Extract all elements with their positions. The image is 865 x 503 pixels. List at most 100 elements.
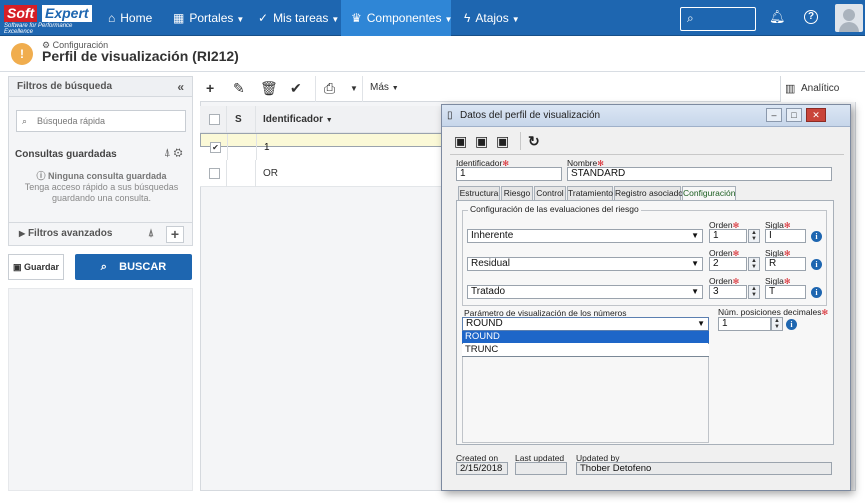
no-saved-queries: ⓘ Ninguna consulta guardada [36, 171, 167, 181]
print-icon[interactable]: ⎙ [324, 80, 335, 97]
chevron-right-icon: ▶ [19, 229, 26, 238]
user-avatar[interactable] [835, 4, 863, 32]
tab-control[interactable]: Control [534, 186, 566, 200]
order-stepper[interactable]: ▲ ▼ [748, 285, 760, 299]
caret-down-icon: ▼ [444, 15, 453, 24]
top-navigation-bar: Soft Expert Software for Performance Exc… [0, 0, 865, 36]
chevron-down-icon: ▼ [691, 287, 699, 296]
caret-down-icon: ▼ [511, 15, 520, 24]
nav-home[interactable]: ⌂ Home [104, 0, 164, 36]
acronym-field[interactable]: T [765, 285, 806, 299]
tab-analitico[interactable]: ▥ Analítico [780, 76, 856, 102]
trophy-icon: ♛ [351, 11, 362, 25]
minimize-button[interactable]: – [766, 108, 782, 122]
add-icon[interactable]: + [206, 80, 214, 96]
checkmark-icon[interactable]: ✔ [290, 80, 302, 97]
evaluation-type-select[interactable]: Tratado ▼ [467, 285, 703, 299]
softexpert-logo[interactable]: Soft Expert Software for Performance Exc… [4, 5, 92, 35]
nav-mis-tareas[interactable]: ✓ Mis tareas ▼ [254, 0, 340, 36]
page-title: Perfil de visualización (RI212) [42, 48, 239, 64]
order-field[interactable]: 3 [709, 285, 747, 299]
check-icon: ✓ [258, 11, 269, 25]
acronym-field[interactable]: R [765, 257, 806, 271]
nav-portales[interactable]: ▦ Portales ▼ [168, 0, 248, 36]
info-icon[interactable]: i [811, 259, 822, 270]
bell-icon[interactable]: 🔔︎ [769, 9, 786, 25]
home-icon: ⌂ [108, 11, 116, 25]
search-filters-panel: Filtros de búsqueda « ⌕ Búsqueda rápida … [8, 76, 193, 246]
option-round[interactable]: ROUND [462, 331, 709, 343]
info-icon[interactable]: i [811, 231, 822, 242]
close-button[interactable]: ✕ [806, 108, 826, 122]
logo-expert: Expert [42, 5, 92, 22]
broom-icon[interactable]: ⍋ [148, 223, 154, 245]
row-checkbox[interactable] [209, 168, 220, 179]
evaluation-type-select[interactable]: Inherente ▼ [467, 229, 703, 243]
column-identificador[interactable]: Identificador ▼ [263, 114, 333, 125]
numbers-param-select[interactable]: ROUND ▼ [462, 317, 709, 331]
numbers-empty-area [462, 357, 709, 443]
logo-soft: Soft [4, 5, 38, 22]
tab-estructura[interactable]: Estructura [458, 186, 500, 200]
column-s[interactable]: S [235, 114, 242, 125]
main-toolbar: + ✎ 🗑︎ ✔ ⎙ ▼ Más ▼ [200, 76, 856, 102]
tab-tratamiento[interactable]: Tratamiento [567, 186, 613, 200]
global-search-input[interactable]: ⌕ [680, 7, 756, 31]
quick-search-input[interactable]: ⌕ Búsqueda rápida [16, 110, 186, 132]
save-close-icon[interactable]: ▣ [475, 133, 488, 150]
select-all-checkbox[interactable] [209, 114, 220, 125]
chevron-down-icon: ▼ [691, 259, 699, 268]
search-button[interactable]: ⌕ BUSCAR [75, 254, 192, 280]
saved-queries-label: Consultas guardadas [15, 149, 117, 160]
updated-by-field: Thober Detofeno [576, 462, 832, 475]
delete-icon[interactable]: 🗑︎ [260, 80, 278, 97]
records-table: S Identificador ▼ ✔ 1 OR [200, 106, 450, 187]
save-icon: ▣ [12, 262, 22, 272]
info-icon[interactable]: i [811, 287, 822, 298]
info-icon: ⓘ [36, 171, 46, 181]
decimals-field[interactable]: 1 [718, 317, 771, 331]
order-field[interactable]: 2 [709, 257, 747, 271]
nav-atajos[interactable]: ϟ Atajos ▼ [458, 0, 528, 36]
order-field[interactable]: 1 [709, 229, 747, 243]
dialog-titlebar[interactable]: ▯ Datos del perfil de visualización – □ … [442, 105, 850, 127]
created-on-field: 2/15/2018 [456, 462, 508, 475]
order-stepper[interactable]: ▲ ▼ [748, 229, 760, 243]
row-checkbox[interactable]: ✔ [210, 142, 221, 153]
decimals-stepper[interactable]: ▲ ▼ [771, 317, 783, 331]
display-profile-dialog: ▯ Datos del perfil de visualización – □ … [441, 104, 851, 491]
edit-icon[interactable]: ✎ [233, 80, 245, 97]
save-query-button[interactable]: ▣ Guardar [8, 254, 64, 280]
table-row[interactable]: ✔ 1 [200, 133, 450, 161]
tab-riesgo[interactable]: Riesgo [501, 186, 533, 200]
chevron-down-icon: ▼ [691, 231, 699, 240]
help-icon[interactable]: ? [804, 10, 818, 24]
more-menu[interactable]: Más ▼ [370, 82, 399, 93]
add-filter-button[interactable]: + [166, 226, 184, 243]
warning-icon: ! [11, 43, 33, 65]
collapse-icon[interactable]: « [177, 77, 184, 97]
save-icon[interactable]: ▣ [454, 133, 467, 150]
last-updated-field [515, 462, 567, 475]
caret-down-icon[interactable]: ▼ [350, 84, 358, 93]
maximize-button[interactable]: □ [786, 108, 802, 122]
refresh-icon[interactable]: ↻ [528, 133, 540, 150]
sort-icon: ▼ [325, 117, 333, 124]
info-icon[interactable]: i [786, 319, 797, 330]
save-new-icon[interactable]: ▣ [496, 133, 509, 150]
gear-icon[interactable]: ⚙ [174, 147, 183, 159]
tab-configuracion[interactable]: Configuración [682, 186, 736, 201]
order-stepper[interactable]: ▲ ▼ [748, 257, 760, 271]
left-empty-area [8, 288, 193, 491]
identifier-field[interactable]: 1 [456, 167, 562, 181]
advanced-filters[interactable]: ▶ Filtros avanzados ⍋ + [9, 222, 192, 246]
risk-evaluation-group-title: Configuración de las evaluaciones del ri… [468, 204, 641, 214]
broom-icon[interactable]: ⍋ [164, 147, 171, 159]
nav-componentes[interactable]: ♛ Componentes ▼ [341, 0, 453, 36]
option-trunc[interactable]: TRUNC [462, 344, 709, 356]
tab-registro-asociado[interactable]: Registro asociado [614, 186, 683, 200]
acronym-field[interactable]: I [765, 229, 806, 243]
table-row[interactable]: OR [200, 160, 450, 187]
name-field[interactable]: STANDARD [567, 167, 832, 181]
evaluation-type-select[interactable]: Residual ▼ [467, 257, 703, 271]
